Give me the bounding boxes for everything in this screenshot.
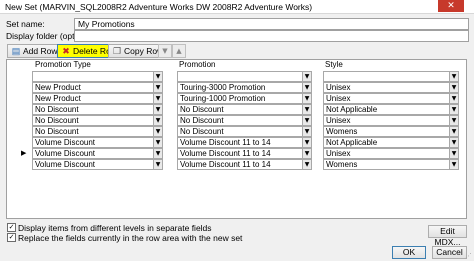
promotion-cell[interactable]: Touring-3000 Promotion [177, 82, 303, 93]
table-row[interactable]: New Product ▼ Touring-1000 Promotion ▼ Unise… [7, 93, 466, 104]
promotion-cell[interactable]: No Discount [177, 104, 303, 115]
close-icon[interactable]: ✕ [438, 0, 464, 12]
replace-fields-checkbox[interactable]: ✓ [7, 233, 16, 242]
chevron-down-icon[interactable]: ▼ [153, 104, 163, 115]
chevron-down-icon[interactable]: ▼ [153, 126, 163, 137]
set-rows-grid: Promotion Type Promotion Style ▼ ▼ ▼ New Pr… [6, 59, 467, 219]
chevron-down-icon[interactable]: ▼ [153, 82, 163, 93]
separate-fields-checkbox[interactable]: ✓ [7, 223, 16, 232]
promotion-cell[interactable] [177, 71, 303, 82]
resize-grip-icon[interactable]: ⋰ [465, 252, 472, 260]
move-down-icon[interactable]: ▼ [158, 44, 172, 58]
promotion-type-cell[interactable]: No Discount [32, 104, 154, 115]
separate-fields-label: Display items from different levels in s… [18, 223, 212, 233]
chevron-down-icon[interactable]: ▼ [153, 115, 163, 126]
chevron-down-icon[interactable]: ▼ [449, 82, 459, 93]
promotion-type-cell[interactable]: Volume Discount [32, 159, 154, 170]
add-row-icon: ▤ [11, 46, 21, 56]
set-name-input[interactable]: My Promotions [74, 18, 469, 30]
chevron-down-icon[interactable]: ▼ [449, 126, 459, 137]
delete-row-icon: ✖ [62, 46, 70, 56]
promotion-type-cell[interactable]: No Discount [32, 115, 154, 126]
promotion-cell[interactable]: Volume Discount 11 to 14 [177, 159, 303, 170]
edit-mdx-button[interactable]: Edit MDX... [428, 225, 467, 247]
column-header-style: Style [325, 60, 343, 69]
table-row[interactable]: Volume Discount ▼ Volume Discount 11 to 14… [7, 137, 466, 148]
chevron-down-icon[interactable]: ▼ [449, 93, 459, 104]
promotion-cell[interactable]: Volume Discount 11 to 14 [177, 148, 303, 159]
chevron-down-icon[interactable]: ▼ [302, 71, 312, 82]
style-cell[interactable]: Not Applicable [323, 104, 450, 115]
chevron-down-icon[interactable]: ▼ [449, 148, 459, 159]
style-cell[interactable]: Unisex [323, 148, 450, 159]
style-cell[interactable]: Unisex [323, 82, 450, 93]
chevron-down-icon[interactable]: ▼ [153, 159, 163, 170]
chevron-down-icon[interactable]: ▼ [302, 115, 312, 126]
chevron-down-icon[interactable]: ▼ [153, 137, 163, 148]
promotion-type-cell[interactable]: Volume Discount [32, 137, 154, 148]
promotion-type-cell[interactable]: New Product [32, 82, 154, 93]
chevron-down-icon[interactable]: ▼ [302, 93, 312, 104]
promotion-cell[interactable]: No Discount [177, 115, 303, 126]
chevron-down-icon[interactable]: ▼ [153, 93, 163, 104]
check-icon: ✓ [8, 233, 15, 241]
style-cell[interactable]: Womens [323, 159, 450, 170]
promotion-type-cell[interactable]: Volume Discount [32, 148, 154, 159]
chevron-down-icon[interactable]: ▼ [302, 104, 312, 115]
display-folder-input[interactable] [74, 30, 469, 42]
copy-row-icon: ❐ [112, 46, 122, 56]
replace-fields-label: Replace the fields currently in the row … [18, 233, 243, 243]
promotion-type-cell[interactable] [32, 71, 154, 82]
set-name-label: Set name: [6, 19, 45, 29]
promotion-cell[interactable]: Volume Discount 11 to 14 [177, 137, 303, 148]
chevron-down-icon[interactable]: ▼ [449, 71, 459, 82]
chevron-down-icon[interactable]: ▼ [449, 137, 459, 148]
window-title: New Set (MARVIN_SQL2008R2 Adventure Work… [5, 2, 313, 12]
promotion-type-cell[interactable]: New Product [32, 93, 154, 104]
column-header-promotion: Promotion [179, 60, 216, 69]
table-row[interactable]: No Discount ▼ No Discount ▼ Unisex ▼ [7, 115, 466, 126]
add-row-label: Add Row [23, 46, 58, 56]
chevron-down-icon[interactable]: ▼ [449, 104, 459, 115]
current-row-indicator-icon: ▶ [21, 149, 27, 157]
title-bar: New Set (MARVIN_SQL2008R2 Adventure Work… [0, 0, 474, 14]
move-up-icon[interactable]: ▲ [172, 44, 186, 58]
style-cell[interactable]: Unisex [323, 115, 450, 126]
table-row[interactable]: No Discount ▼ No Discount ▼ Not Applicable ▼ [7, 104, 466, 115]
chevron-down-icon[interactable]: ▼ [302, 137, 312, 148]
promotion-type-cell[interactable]: No Discount [32, 126, 154, 137]
chevron-down-icon[interactable]: ▼ [302, 159, 312, 170]
style-cell[interactable]: Womens [323, 126, 450, 137]
style-cell[interactable] [323, 71, 450, 82]
chevron-down-icon[interactable]: ▼ [302, 126, 312, 137]
cancel-button[interactable]: Cancel [432, 246, 467, 259]
column-header-promotion-type: Promotion Type [35, 60, 91, 69]
check-icon: ✓ [8, 223, 15, 231]
table-row[interactable]: ▼ ▼ ▼ [7, 71, 466, 82]
chevron-down-icon[interactable]: ▼ [449, 115, 459, 126]
add-row-button[interactable]: ▤ Add Row [7, 44, 63, 58]
style-cell[interactable]: Unisex [323, 93, 450, 104]
chevron-down-icon[interactable]: ▼ [449, 159, 459, 170]
table-row[interactable]: New Product ▼ Touring-3000 Promotion ▼ Unise… [7, 82, 466, 93]
table-row[interactable]: Volume Discount ▼ Volume Discount 11 to 14… [7, 159, 466, 170]
chevron-down-icon[interactable]: ▼ [153, 148, 163, 159]
promotion-cell[interactable]: No Discount [177, 126, 303, 137]
table-row[interactable]: ▶ Volume Discount ▼ Volume Discount 11 to 1… [7, 148, 466, 159]
table-row[interactable]: No Discount ▼ No Discount ▼ Womens ▼ [7, 126, 466, 137]
chevron-down-icon[interactable]: ▼ [302, 82, 312, 93]
style-cell[interactable]: Not Applicable [323, 137, 450, 148]
chevron-down-icon[interactable]: ▼ [153, 71, 163, 82]
promotion-cell[interactable]: Touring-1000 Promotion [177, 93, 303, 104]
chevron-down-icon[interactable]: ▼ [302, 148, 312, 159]
ok-button[interactable]: OK [392, 246, 426, 259]
